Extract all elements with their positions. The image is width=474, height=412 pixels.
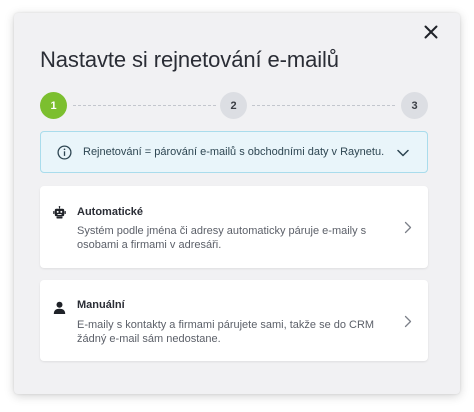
robot-icon [53,206,66,219]
stepper: 1 2 3 [40,92,428,119]
step-connector [252,105,395,106]
chevron-right-icon [404,221,412,234]
step-1: 1 [40,92,67,119]
option-title: Manuální [77,299,125,311]
option-title: Automatické [77,206,144,218]
step-3: 3 [401,92,428,119]
person-icon [53,301,66,314]
info-icon [57,145,72,160]
step-2: 2 [220,92,247,119]
close-icon [424,25,438,39]
chevron-down-icon[interactable] [397,148,409,158]
option-automatic[interactable]: Automatické Systém podle jména či adresy… [40,186,428,268]
email-matching-modal: Nastavte si rejnetování e-mailů 1 2 3 Re… [14,13,460,394]
close-button[interactable] [424,25,438,39]
option-manual[interactable]: Manuální E-maily s kontakty a firmami pá… [40,280,428,361]
option-description: Systém podle jména či adresy automaticky… [77,225,367,251]
step-connector [73,105,216,106]
info-banner[interactable]: Rejnetování = párování e-mailů s obchodn… [40,131,428,173]
option-description: E-maily s kontakty a firmami párujete sa… [77,319,375,345]
modal-title: Nastavte si rejnetování e-mailů [40,47,339,72]
chevron-right-icon [404,315,412,328]
info-text: Rejnetování = párování e-mailů s obchodn… [83,146,385,158]
